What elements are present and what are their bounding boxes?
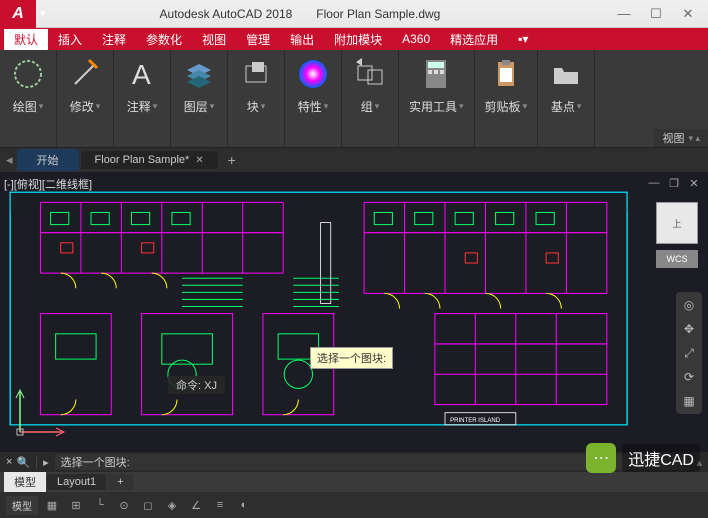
lineweight-icon[interactable]: ≡ — [210, 496, 230, 514]
ribbon-utilities-label: 实用工具 — [409, 98, 457, 115]
tab-start[interactable]: 开始 — [17, 149, 79, 171]
polar-icon[interactable]: ⊙ — [114, 496, 134, 514]
otrack-icon[interactable]: ∠ — [186, 496, 206, 514]
ribbon-clipboard-label: 剪贴板 — [485, 98, 521, 115]
layout-tabs: 模型 Layout1 + — [0, 472, 708, 492]
svg-text:A: A — [132, 59, 151, 90]
pan-icon[interactable]: ✥ — [680, 320, 698, 338]
ribbon-annotate[interactable]: A 注释▾ — [114, 50, 171, 147]
tab-floorplan[interactable]: Floor Plan Sample* ✕ — [81, 151, 218, 169]
menu-addins[interactable]: 附加模块 — [324, 29, 392, 50]
title-bar: A ▾ Autodesk AutoCAD 2018 Floor Plan Sam… — [0, 0, 708, 28]
folder-icon — [548, 56, 584, 92]
group-icon — [352, 56, 388, 92]
ribbon-group[interactable]: 组▾ — [342, 50, 399, 147]
layers-icon — [181, 56, 217, 92]
viewport-restore-icon[interactable]: ❐ — [666, 176, 682, 190]
osnap-icon[interactable]: ◻ — [138, 496, 158, 514]
text-icon: A — [124, 56, 160, 92]
calculator-icon — [418, 56, 454, 92]
cmdline-arrow-icon: ▸ — [37, 456, 55, 469]
viewport-label[interactable]: [-][俯视][二维线框] — [4, 176, 92, 192]
cmdline-search-icon[interactable]: 🔍 — [16, 456, 30, 469]
ribbon-properties[interactable]: 特性▾ — [285, 50, 342, 147]
menu-featured[interactable]: 精选应用 — [440, 29, 508, 50]
ribbon-block-label: 块 — [247, 98, 259, 115]
ribbon-group-label: 组 — [361, 98, 373, 115]
document-tabs: ◂ 开始 Floor Plan Sample* ✕ + — [0, 148, 708, 172]
menu-parametric[interactable]: 参数化 — [136, 29, 192, 50]
tab-floorplan-label: Floor Plan Sample* — [95, 154, 190, 166]
layout-tab-add[interactable]: + — [107, 474, 133, 490]
properties-icon — [295, 56, 331, 92]
maximize-button[interactable]: ☐ — [642, 4, 670, 24]
close-icon[interactable]: ✕ — [195, 155, 203, 166]
menu-a360[interactable]: A360 — [392, 30, 440, 48]
watermark-text: 迅捷CAD — [622, 444, 700, 472]
ribbon-modify-label: 修改 — [70, 98, 94, 115]
menu-bar: 默认 插入 注释 参数化 视图 管理 输出 附加模块 A360 精选应用 ▪▾ — [0, 28, 708, 50]
ortho-icon[interactable]: └ — [90, 496, 110, 514]
tab-scroll-left[interactable]: ◂ — [4, 152, 15, 168]
ribbon-draw[interactable]: 绘图▾ — [0, 50, 57, 147]
file-name: Floor Plan Sample.dwg — [316, 7, 440, 21]
showmotion-icon[interactable]: ▦ — [680, 392, 698, 410]
transparency-icon[interactable]: ◐ — [234, 496, 254, 514]
3dosnap-icon[interactable]: ◈ — [162, 496, 182, 514]
ribbon-view-collapse[interactable]: 视图▾ ▴ — [654, 129, 708, 147]
tab-add[interactable]: + — [220, 152, 240, 168]
modify-icon — [67, 56, 103, 92]
app-menu-dropdown[interactable]: ▾ — [36, 7, 50, 20]
wcs-badge[interactable]: WCS — [656, 250, 698, 268]
select-block-tooltip: 选择一个图块: — [310, 347, 393, 369]
block-icon — [238, 56, 274, 92]
steering-wheel-icon[interactable]: ◎ — [680, 296, 698, 314]
viewport-minimize-icon[interactable]: — — [646, 176, 662, 190]
wechat-icon: ⋯ — [586, 443, 616, 473]
navigation-bar: ◎ ✥ ⤢ ⟳ ▦ — [676, 292, 702, 414]
ribbon-layers[interactable]: 图层▾ — [171, 50, 228, 147]
menu-manage[interactable]: 管理 — [236, 29, 280, 50]
viewport-close-icon[interactable]: ✕ — [686, 176, 702, 190]
ribbon-basepoint[interactable]: 基点▾ — [538, 50, 595, 147]
snap-icon[interactable]: ⊞ — [66, 496, 86, 514]
app-title: Autodesk AutoCAD 2018 — [160, 7, 293, 21]
app-logo[interactable]: A — [0, 0, 36, 28]
menu-expand[interactable]: ▪▾ — [508, 30, 538, 48]
minimize-button[interactable]: — — [610, 4, 638, 24]
clipboard-icon — [488, 56, 524, 92]
close-button[interactable]: ✕ — [674, 4, 702, 24]
ribbon: 绘图▾ 修改▾ A 注释▾ 图层▾ 块▾ 特性▾ 组▾ 实用工具▾ 剪贴板▾ 基… — [0, 50, 708, 148]
menu-view[interactable]: 视图 — [192, 29, 236, 50]
layout-tab-layout1[interactable]: Layout1 — [47, 474, 106, 490]
menu-default[interactable]: 默认 — [4, 29, 48, 50]
ribbon-draw-label: 绘图 — [13, 98, 37, 115]
layout-tab-model[interactable]: 模型 — [4, 472, 46, 492]
menu-output[interactable]: 输出 — [280, 29, 324, 50]
status-bar: 模型 ▦ ⊞ └ ⊙ ◻ ◈ ∠ ≡ ◐ — [0, 492, 708, 518]
ribbon-layers-label: 图层 — [184, 98, 208, 115]
printer-island-label: PRINTER ISLAND — [450, 418, 501, 424]
cmdline-close-icon[interactable]: × — [6, 456, 12, 468]
ribbon-modify[interactable]: 修改▾ — [57, 50, 114, 147]
drawing-canvas[interactable]: [-][俯视][二维线框] — ❐ ✕ 上 WCS ◎ ✥ ⤢ ⟳ ▦ — [0, 172, 708, 452]
ribbon-utilities[interactable]: 实用工具▾ — [399, 50, 475, 147]
grid-icon[interactable]: ▦ — [42, 496, 62, 514]
circle-icon — [10, 56, 46, 92]
ribbon-annotate-label: 注释 — [127, 98, 151, 115]
viewcube[interactable]: 上 — [656, 202, 698, 244]
command-echo: 命令: XJ — [168, 376, 225, 394]
ribbon-properties-label: 特性 — [298, 98, 322, 115]
zoom-extents-icon[interactable]: ⤢ — [680, 344, 698, 362]
ribbon-clipboard[interactable]: 剪贴板▾ — [475, 50, 539, 147]
menu-annotate[interactable]: 注释 — [92, 29, 136, 50]
ribbon-basepoint-label: 基点 — [551, 98, 575, 115]
watermark: ⋯ 迅捷CAD — [586, 443, 700, 473]
ucs-icon[interactable] — [10, 382, 70, 442]
orbit-icon[interactable]: ⟳ — [680, 368, 698, 386]
status-model-button[interactable]: 模型 — [6, 496, 38, 515]
menu-insert[interactable]: 插入 — [48, 29, 92, 50]
floor-plan-drawing: PRINTER ISLAND — [0, 172, 708, 452]
ribbon-block[interactable]: 块▾ — [228, 50, 285, 147]
